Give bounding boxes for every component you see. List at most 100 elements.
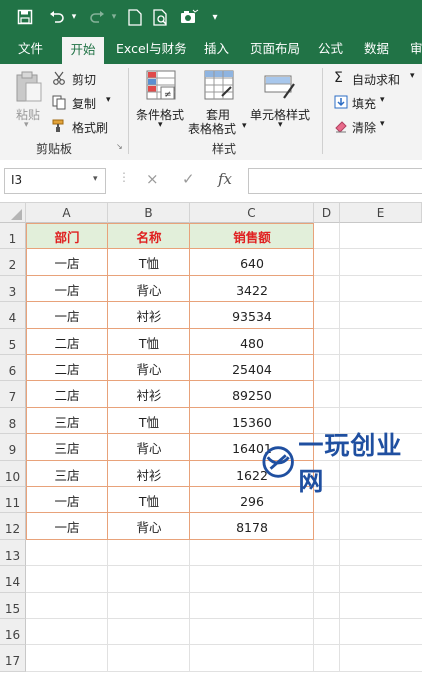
tab-home[interactable]: 开始 (62, 37, 104, 64)
format-painter-button[interactable]: 格式刷 (72, 119, 108, 136)
row-header[interactable]: 5 (0, 328, 26, 355)
row-header[interactable]: 4 (0, 302, 26, 329)
insert-function-icon[interactable]: fx (218, 170, 232, 188)
table-format-button-line2[interactable]: 表格格式 (188, 120, 236, 137)
header-cell-b[interactable]: 名称 (108, 223, 190, 249)
fill-dropdown-icon[interactable]: ▾ (380, 95, 385, 105)
cell-b[interactable]: 衬衫 (108, 461, 190, 487)
conditional-format-dropdown-icon[interactable]: ▾ (158, 120, 163, 130)
tab-formulas[interactable]: 公式 (316, 34, 345, 64)
clear-button[interactable]: 清除 (352, 119, 376, 136)
column-header-c[interactable]: C (190, 203, 314, 223)
row-header[interactable]: 10 (0, 460, 26, 487)
cell-b[interactable]: 背心 (108, 276, 190, 302)
paste-icon[interactable] (14, 70, 44, 107)
row-header[interactable]: 11 (0, 487, 26, 514)
clear-dropdown-icon[interactable]: ▾ (380, 119, 385, 129)
new-file-icon[interactable] (124, 7, 146, 27)
row-header[interactable]: 8 (0, 407, 26, 435)
cell-c[interactable]: 3422 (190, 276, 314, 302)
cancel-icon[interactable]: × (146, 170, 159, 188)
save-icon[interactable] (14, 7, 36, 27)
row-header[interactable]: 16 (0, 619, 26, 646)
autosum-button[interactable]: 自动求和 (352, 71, 400, 88)
row-header[interactable]: 1 (0, 223, 26, 250)
cut-button[interactable]: 剪切 (72, 71, 96, 88)
cell-a[interactable]: 三店 (26, 461, 108, 487)
cell-b[interactable]: T恤 (108, 249, 190, 275)
cell-a[interactable]: 一店 (26, 302, 108, 328)
row-header[interactable]: 17 (0, 645, 26, 672)
cell-a[interactable]: 二店 (26, 381, 108, 407)
cell-b[interactable]: T恤 (108, 408, 190, 434)
name-box-dropdown-icon[interactable]: ▾ (93, 174, 98, 184)
redo-icon[interactable] (86, 7, 108, 27)
cell-b[interactable]: T恤 (108, 487, 190, 513)
copy-button[interactable]: 复制 (72, 95, 96, 112)
tab-excel-finance[interactable]: Excel与财务 (114, 34, 189, 64)
cell-b[interactable]: 衬衫 (108, 381, 190, 407)
row-header[interactable]: 6 (0, 355, 26, 382)
row-header[interactable]: 9 (0, 434, 26, 461)
tab-review[interactable]: 审 (408, 34, 422, 64)
cell-c[interactable]: 480 (190, 329, 314, 355)
conditional-format-icon[interactable]: ≠ (146, 70, 176, 103)
column-header-b[interactable]: B (108, 203, 190, 223)
row-header[interactable]: 13 (0, 539, 26, 567)
formula-input[interactable] (248, 168, 422, 194)
cell-b[interactable]: 衬衫 (108, 302, 190, 328)
tab-data[interactable]: 数据 (362, 34, 391, 64)
clipboard-launcher-icon[interactable]: ↘ (116, 142, 123, 151)
redo-dropdown-icon[interactable]: ▾ (108, 7, 120, 27)
column-header-d[interactable]: D (314, 203, 340, 223)
autosum-dropdown-icon[interactable]: ▾ (410, 71, 415, 81)
cell-a[interactable]: 一店 (26, 487, 108, 513)
cell-c[interactable]: 25404 (190, 355, 314, 381)
name-box[interactable]: I3 ▾ (4, 168, 106, 194)
tab-page-layout[interactable]: 页面布局 (248, 34, 302, 64)
cell-style-dropdown-icon[interactable]: ▾ (278, 120, 283, 130)
cell-a[interactable]: 三店 (26, 408, 108, 434)
tab-file[interactable]: 文件 (16, 34, 45, 64)
cell-c[interactable]: 89250 (190, 381, 314, 407)
cell-c[interactable]: 640 (190, 249, 314, 275)
row-header[interactable]: 3 (0, 275, 26, 303)
cell-c[interactable]: 296 (190, 487, 314, 513)
camera-icon[interactable] (178, 7, 202, 27)
cell-a[interactable]: 一店 (26, 513, 108, 539)
undo-icon[interactable] (46, 7, 68, 27)
column-header-e[interactable]: E (340, 203, 422, 223)
row-header[interactable]: 2 (0, 249, 26, 276)
cell-c[interactable]: 15360 (190, 408, 314, 434)
header-cell-a[interactable]: 部门 (26, 223, 108, 249)
tab-insert[interactable]: 插入 (202, 34, 231, 64)
cell-a[interactable]: 二店 (26, 329, 108, 355)
undo-dropdown-icon[interactable]: ▾ (68, 7, 80, 27)
customize-icon[interactable]: ▾ (208, 7, 222, 27)
enter-icon[interactable]: ✓ (182, 170, 195, 188)
cell-b[interactable]: T恤 (108, 329, 190, 355)
cell-style-icon[interactable] (264, 70, 296, 103)
select-all-corner[interactable] (0, 203, 26, 223)
copy-dropdown-icon[interactable]: ▾ (106, 95, 111, 105)
cell-a[interactable]: 二店 (26, 355, 108, 381)
paste-dropdown-icon[interactable]: ▾ (24, 120, 29, 130)
table-format-dropdown-icon[interactable]: ▾ (242, 121, 247, 131)
column-header-a[interactable]: A (26, 203, 108, 223)
row-header[interactable]: 12 (0, 513, 26, 540)
cell-c[interactable]: 93534 (190, 302, 314, 328)
cell-a[interactable]: 一店 (26, 276, 108, 302)
cell-a[interactable]: 三店 (26, 434, 108, 460)
fill-button[interactable]: 填充 (352, 95, 376, 112)
cell-b[interactable]: 背心 (108, 513, 190, 539)
row-header[interactable]: 15 (0, 592, 26, 619)
cell-b[interactable]: 背心 (108, 355, 190, 381)
table-format-icon[interactable] (204, 70, 234, 103)
cell-a[interactable]: 一店 (26, 249, 108, 275)
row-header[interactable]: 14 (0, 566, 26, 593)
cell-c[interactable]: 8178 (190, 513, 314, 539)
cell-b[interactable]: 背心 (108, 434, 190, 460)
row-header[interactable]: 7 (0, 381, 26, 408)
print-preview-icon[interactable] (150, 7, 172, 27)
header-cell-c[interactable]: 销售额 (190, 223, 314, 249)
